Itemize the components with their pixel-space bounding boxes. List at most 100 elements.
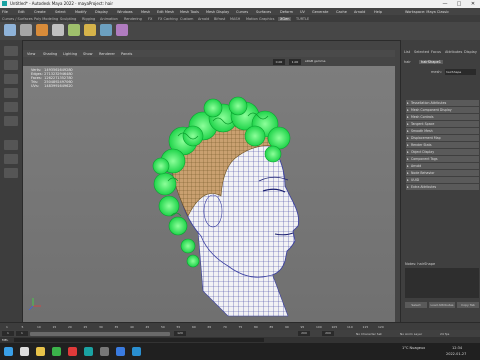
shelf-tab[interactable]: Custom	[180, 17, 193, 21]
menu-uv[interactable]: UV	[300, 10, 305, 14]
section-object-display[interactable]: Object Display	[406, 149, 479, 155]
minimize-button[interactable]: —	[438, 0, 452, 8]
shelf-tab-active[interactable]: XGen	[278, 16, 292, 21]
copy-tab-button[interactable]: Copy Tab	[457, 302, 479, 308]
menu-cache[interactable]: Cache	[336, 10, 347, 14]
colorspace-dropdown[interactable]: sRGB gamma	[305, 59, 325, 63]
menu-curves[interactable]: Curves	[236, 10, 248, 14]
section-node-behavior[interactable]: Node Behavior	[406, 170, 479, 176]
section-tangent-space[interactable]: Tangent Space	[406, 121, 479, 127]
shelf-tab[interactable]: Curves / Surfaces	[2, 17, 33, 21]
ae-tab-focus[interactable]: Focus	[431, 50, 441, 54]
menu-create[interactable]: Create	[34, 10, 46, 14]
shelf-tab[interactable]: Rendering	[124, 17, 142, 21]
section-smooth-mesh[interactable]: Smooth Mesh	[406, 128, 479, 134]
character-set-dropdown[interactable]: No Character Set	[356, 332, 382, 336]
menu-mesh[interactable]: Mesh	[141, 10, 150, 14]
shelf-tab[interactable]: Bifrost	[214, 17, 225, 21]
move-tool-icon[interactable]	[4, 88, 18, 98]
shelf-tab[interactable]: FX	[148, 17, 152, 21]
start-time-field[interactable]: 1	[2, 331, 14, 336]
menu-display[interactable]: Display	[95, 10, 108, 14]
panel-menu-lighting[interactable]: Lighting	[63, 52, 77, 56]
paint-tool-icon[interactable]	[4, 74, 18, 84]
section-mesh-component-display[interactable]: Mesh Component Display	[406, 107, 479, 113]
menu-deform[interactable]: Deform	[280, 10, 293, 14]
anim-layer-dropdown[interactable]: No Anim Layer	[400, 332, 422, 336]
viewport-3d[interactable]: Verts: 149356 164928 0 Edges: 271323 294…	[23, 66, 395, 322]
paint-icon[interactable]	[36, 24, 48, 36]
windows-start-icon[interactable]	[4, 347, 13, 356]
clock-time[interactable]: 12:34	[452, 346, 462, 350]
section-component-tags[interactable]: Component Tags	[406, 156, 479, 162]
menu-edit-mesh[interactable]: Edit Mesh	[157, 10, 174, 14]
maya-icon[interactable]	[84, 347, 93, 356]
torus-icon[interactable]	[116, 24, 128, 36]
node-tab[interactable]: hair	[404, 60, 411, 64]
menu-modify[interactable]: Modify	[75, 10, 87, 14]
layout-two-icon[interactable]	[4, 168, 18, 178]
edge-icon[interactable]	[132, 347, 141, 356]
shelf-tab[interactable]: Poly Modeling	[34, 17, 58, 21]
panel-menu-show[interactable]: Show	[83, 52, 92, 56]
playback-start-field[interactable]: 1	[16, 331, 28, 336]
ae-tab-attributes[interactable]: Attributes	[445, 50, 462, 54]
shelf-tab[interactable]: MASH	[230, 17, 240, 21]
select-tool-icon[interactable]	[4, 46, 18, 56]
plane-icon[interactable]	[100, 24, 112, 36]
scale-tool-icon[interactable]	[4, 116, 18, 126]
playback-end-field[interactable]: 120	[174, 331, 186, 336]
rotate-tool-icon[interactable]	[4, 102, 18, 112]
layout-four-icon[interactable]	[4, 154, 18, 164]
select-icon[interactable]	[4, 24, 16, 36]
menu-edit[interactable]: Edit	[18, 10, 25, 14]
close-button[interactable]: ✕	[466, 0, 480, 8]
menu-file[interactable]: File	[2, 10, 8, 14]
menu-select[interactable]: Select	[55, 10, 66, 14]
menu-arnold[interactable]: Arnold	[354, 10, 365, 14]
shelf-tab[interactable]: Animation	[100, 17, 118, 21]
lasso-tool-icon[interactable]	[4, 60, 18, 70]
node-name-field[interactable]: hairShape	[445, 69, 476, 75]
select-button[interactable]: Select	[405, 302, 427, 308]
photos-icon[interactable]	[116, 347, 125, 356]
node-tab-active[interactable]: hairShape1	[419, 60, 443, 64]
section-uuid[interactable]: UUID	[406, 177, 479, 183]
ae-tab-list[interactable]: List	[404, 50, 410, 54]
workspace-selector[interactable]: Workspace: Maya Classic	[405, 10, 449, 14]
panel-menu-view[interactable]: View	[27, 52, 35, 56]
exposure-field[interactable]: 0.00	[273, 58, 285, 65]
max-time-field[interactable]: 200	[322, 331, 334, 336]
sphere-icon[interactable]	[52, 24, 64, 36]
command-input[interactable]	[14, 338, 264, 342]
menu-mesh-tools[interactable]: Mesh Tools	[180, 10, 199, 14]
cube-icon[interactable]	[68, 24, 80, 36]
cylinder-icon[interactable]	[84, 24, 96, 36]
clock-date[interactable]: 2022-01-27	[446, 352, 466, 356]
lasso-icon[interactable]	[20, 24, 32, 36]
opera-icon[interactable]	[68, 347, 77, 356]
shelf-tab[interactable]: TURTLE	[296, 17, 309, 21]
notes-textarea[interactable]	[405, 268, 479, 298]
ae-tab-display[interactable]: Display	[464, 50, 477, 54]
menu-generate[interactable]: Generate	[312, 10, 328, 14]
menu-mesh-display[interactable]: Mesh Display	[206, 10, 229, 14]
shelf-tab[interactable]: Rigging	[82, 17, 95, 21]
shelf-tab[interactable]: Motion Graphics	[246, 17, 274, 21]
mel-label[interactable]: MEL	[2, 338, 8, 342]
panel-menu-shading[interactable]: Shading	[43, 52, 57, 56]
shelf-tab[interactable]: Arnold	[198, 17, 209, 21]
section-displacement-map[interactable]: Displacement Map	[406, 135, 479, 141]
section-render-stats[interactable]: Render Stats	[406, 142, 479, 148]
section-arnold[interactable]: Arnold	[406, 163, 479, 169]
obs-icon[interactable]	[100, 347, 109, 356]
menu-windows[interactable]: Windows	[117, 10, 133, 14]
end-time-field[interactable]: 200	[298, 331, 310, 336]
menu-help[interactable]: Help	[374, 10, 382, 14]
panel-menu-panels[interactable]: Panels	[121, 52, 132, 56]
shelf-tab[interactable]: FX Caching	[158, 17, 178, 21]
explorer-icon[interactable]	[36, 347, 45, 356]
section-mesh-controls[interactable]: Mesh Controls	[406, 114, 479, 120]
ae-tab-selected[interactable]: Selected	[414, 50, 429, 54]
menu-surfaces[interactable]: Surfaces	[256, 10, 271, 14]
